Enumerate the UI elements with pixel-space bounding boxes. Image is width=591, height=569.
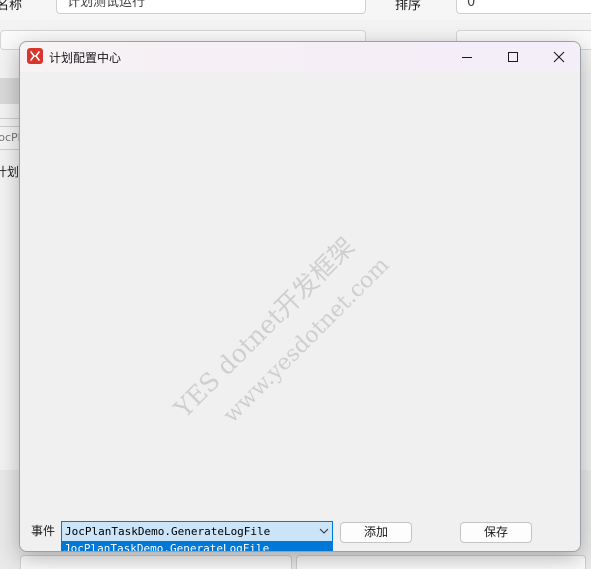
close-button[interactable] (536, 42, 580, 72)
add-button[interactable]: 添加 (340, 522, 412, 543)
background-tab[interactable]: JocPla (0, 126, 20, 150)
event-select[interactable]: JocPlanTaskDemo.GenerateLogFile (61, 521, 333, 542)
background-field1-label: 名称 (0, 0, 23, 13)
save-button[interactable]: 保存 (460, 522, 532, 543)
dialog-content: YES dotnet开发框架 www.yesdotnet.com (20, 72, 580, 551)
minimize-button[interactable] (444, 42, 490, 72)
background-grid-cell[interactable]: 计划 (0, 160, 20, 182)
background-tab-label: JocPla (0, 131, 20, 144)
background-divider (0, 118, 20, 119)
app-logo-icon (27, 48, 43, 64)
plan-config-dialog: 计划配置中心 YES dotnet开发框架 www.yesdotnet.com … (19, 41, 581, 552)
close-icon (553, 51, 565, 63)
maximize-button[interactable] (490, 42, 536, 72)
background-footer-control-2[interactable] (296, 555, 586, 569)
background-field2-input[interactable]: 0 (456, 0, 591, 14)
background-toolbar-band (0, 78, 20, 104)
chevron-down-icon (319, 528, 329, 534)
dialog-titlebar[interactable]: 计划配置中心 (20, 42, 580, 72)
background-field1-input[interactable]: 计划测试运行 (56, 0, 366, 14)
background-grid-cell-text: 计划 (0, 165, 20, 179)
background-right-strip (581, 72, 591, 470)
background-field2-label: 排序 (395, 0, 422, 13)
watermark-line2: www.yesdotnet.com (218, 252, 395, 429)
minimize-icon (462, 57, 472, 58)
event-dropdown-option[interactable]: JocPlanTaskDemo.GenerateLogFile (61, 541, 333, 551)
watermark: YES dotnet开发框架 www.yesdotnet.com (151, 173, 469, 491)
watermark-line1: YES dotnet开发框架 (168, 231, 361, 424)
dialog-title: 计划配置中心 (49, 51, 122, 65)
event-label: 事件 (31, 524, 56, 538)
event-select-value: JocPlanTaskDemo.GenerateLogFile (65, 525, 271, 538)
background-footer-control[interactable] (20, 555, 292, 569)
maximize-icon (508, 52, 518, 62)
